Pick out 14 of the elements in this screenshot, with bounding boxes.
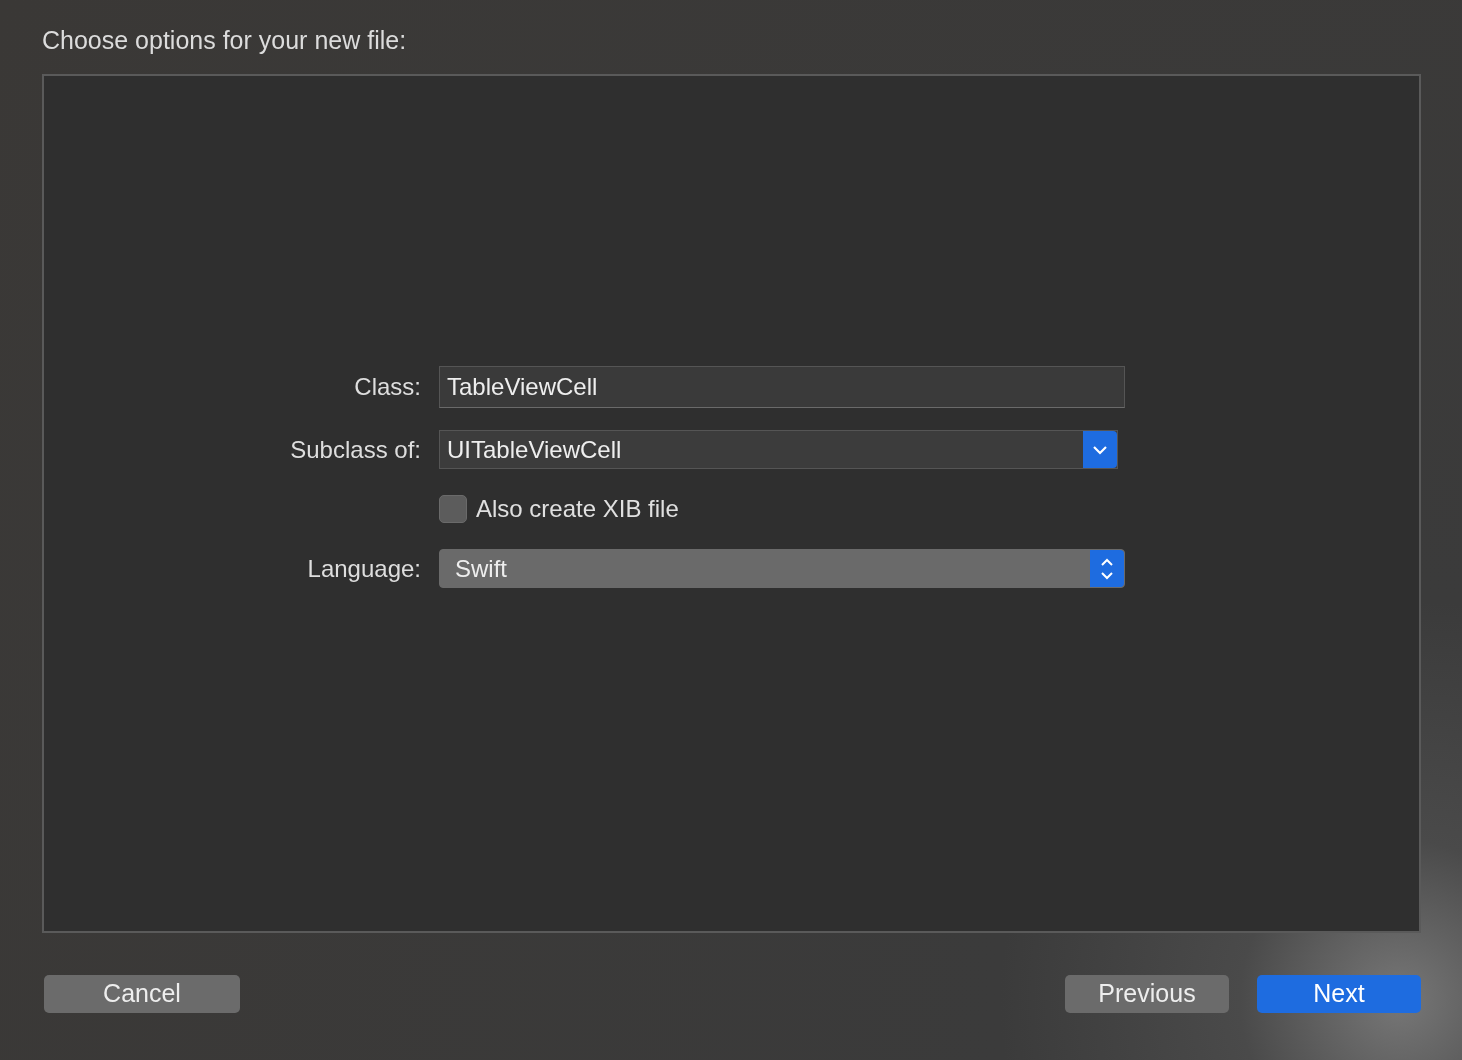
popup-button[interactable]: Swift [439,549,1125,588]
checkbox[interactable] [439,495,467,523]
dialog-button[interactable]: Cancel [44,974,240,1013]
field-label: Class: [354,373,421,400]
popup-button[interactable]: UITableViewCell [439,430,1118,469]
dialog-button[interactable]: Next [1257,974,1421,1013]
dialog-title: Choose options for your new file: [42,25,408,56]
checkbox-label: Also create XIB file [476,494,679,524]
dialog-button[interactable]: Previous [1065,974,1229,1013]
chevron-down-icon [1083,431,1117,468]
field-label: Subclass of: [290,435,421,463]
text-field[interactable]: TableViewCell [439,366,1125,408]
stepper-icon [1090,550,1124,587]
field-label: Language: [307,554,421,582]
